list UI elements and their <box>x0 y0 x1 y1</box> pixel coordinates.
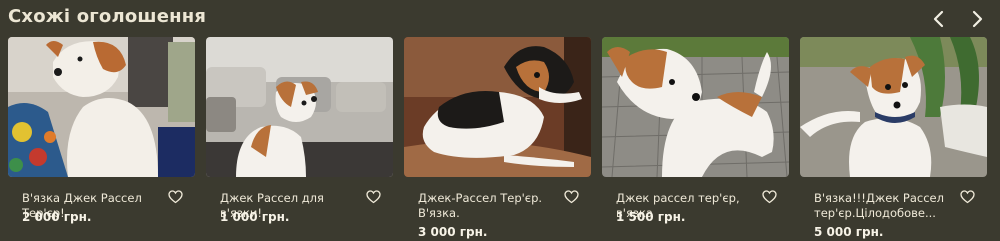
favorite-button[interactable] <box>168 190 183 204</box>
listing-price: 1 500 грн. <box>616 210 686 224</box>
heart-outline-icon <box>366 190 381 204</box>
listing-card[interactable]: Джек Рассел для в'язки! 1 000 грн. <box>206 37 393 241</box>
chevron-right-icon <box>972 10 983 28</box>
listing-card[interactable]: В'язка Джек Рассел Тер'єр! 2 000 грн. <box>8 37 195 241</box>
heart-outline-icon <box>168 190 183 204</box>
listing-photo[interactable] <box>800 37 987 177</box>
listing-card[interactable]: В'язка!!!Джек Рассел тер'єр.Цілодобове..… <box>800 37 987 241</box>
heart-outline-icon <box>960 190 975 204</box>
chevron-left-icon <box>933 10 944 28</box>
listing-price: 2 000 грн. <box>22 210 92 224</box>
favorite-button[interactable] <box>960 190 975 204</box>
favorite-button[interactable] <box>564 190 579 204</box>
favorite-button[interactable] <box>762 190 777 204</box>
listing-price: 3 000 грн. <box>418 225 488 239</box>
listing-card[interactable]: Джек рассел тер'єр, в'язка 1 500 грн. <box>602 37 789 241</box>
listing-photo[interactable] <box>404 37 591 177</box>
carousel-next-button[interactable] <box>966 8 988 30</box>
heart-outline-icon <box>762 190 777 204</box>
listing-price: 5 000 грн. <box>814 225 884 239</box>
listing-title[interactable]: В'язка!!!Джек Рассел тер'єр.Цілодобове..… <box>814 191 959 221</box>
listing-price: 1 000 грн. <box>220 210 290 224</box>
listing-photo[interactable] <box>602 37 789 177</box>
listing-photo[interactable] <box>206 37 393 177</box>
carousel-prev-button[interactable] <box>928 8 950 30</box>
listing-photo[interactable] <box>8 37 195 177</box>
section-title: Схожі оголошення <box>8 6 207 27</box>
listing-title[interactable]: Джек-Рассел Тер'єр. В'язка. <box>418 191 563 221</box>
favorite-button[interactable] <box>366 190 381 204</box>
heart-outline-icon <box>564 190 579 204</box>
listing-card[interactable]: Джек-Рассел Тер'єр. В'язка. 3 000 грн. <box>404 37 591 241</box>
